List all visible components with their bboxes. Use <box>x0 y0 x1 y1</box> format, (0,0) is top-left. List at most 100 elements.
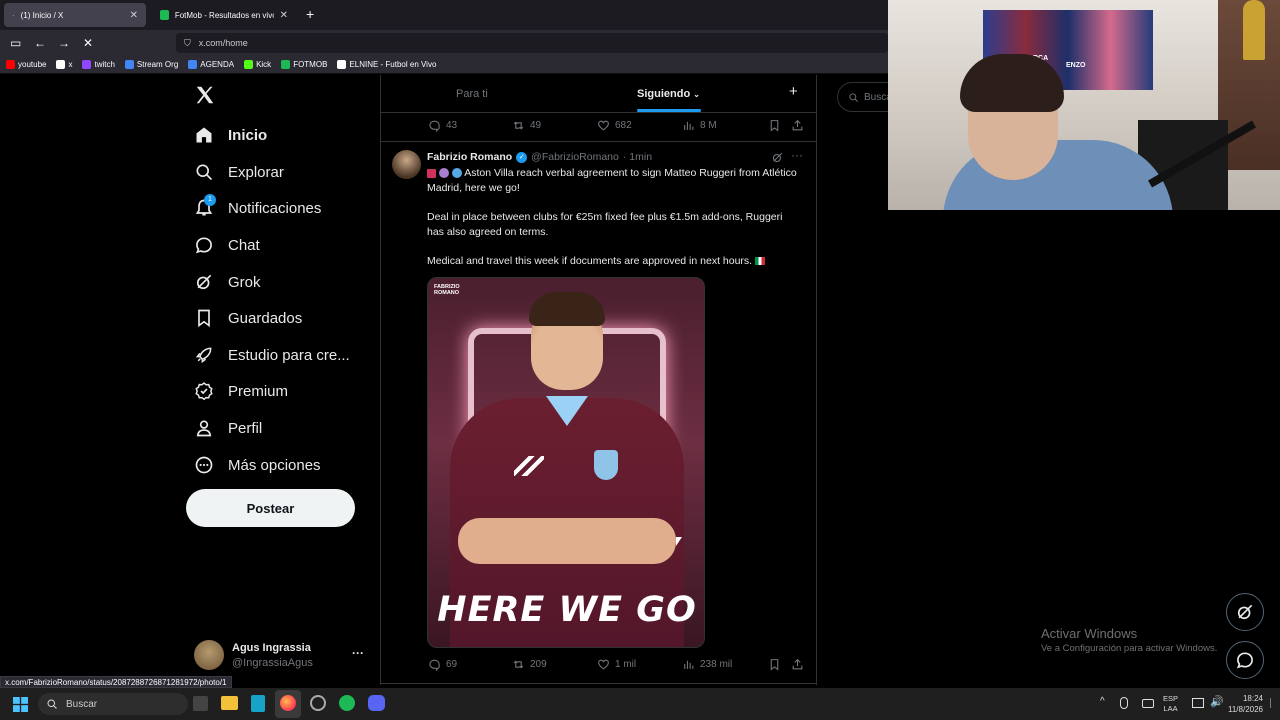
tweet-more-icon[interactable]: ··· <box>791 148 803 162</box>
close-tab-icon[interactable]: ✕ <box>280 10 288 21</box>
sidebar-item-perfil[interactable]: Perfil <box>194 418 262 438</box>
sidebar-item-label: Más opciones <box>228 456 321 474</box>
chat-floating-button[interactable] <box>1226 641 1264 679</box>
taskbar: Buscar ^ ESP LAA 🔊 18:24 11/8/2026 <box>0 688 1280 720</box>
bookmark-youtube[interactable]: youtube <box>6 60 46 69</box>
notepad-icon[interactable] <box>251 695 265 712</box>
task-view-icon[interactable] <box>193 696 208 711</box>
bookmark-label: youtube <box>18 60 47 69</box>
bookmark-label: twitch <box>94 60 115 69</box>
tweet-author-name[interactable]: Fabrizio Romano <box>427 151 512 163</box>
bookmark-label: ELNINE - Futbol en Vivo <box>349 60 437 69</box>
verified-badge-icon: ✓ <box>516 151 528 163</box>
keyboard-icon[interactable] <box>1142 699 1154 708</box>
bookmark-twitch[interactable]: twitch <box>82 60 115 69</box>
microphone-icon[interactable] <box>1120 697 1128 709</box>
bookmark-fotmob[interactable]: FOTMOB <box>281 60 327 69</box>
share-icon[interactable] <box>791 658 804 671</box>
show-desktop-button[interactable] <box>1270 698 1276 708</box>
add-feed-button[interactable]: + <box>789 83 798 100</box>
repost-button[interactable]: 49 <box>512 119 541 132</box>
account-name: Agus Ingrassia <box>232 642 311 654</box>
grok-icon <box>196 274 212 290</box>
repost-icon <box>513 660 524 669</box>
sidebar-item-label: Notificaciones <box>228 199 322 217</box>
chevron-up-icon[interactable]: ^ <box>1100 696 1105 707</box>
bookmark-kick[interactable]: Kick <box>244 60 271 69</box>
keyboard-layout: LAA <box>1163 704 1178 713</box>
clock[interactable]: 18:24 11/8/2026 <box>1228 693 1263 715</box>
sidebar-item-guardados[interactable]: Guardados <box>194 308 302 328</box>
tab-siguiendo[interactable]: Siguiendo ⌄ <box>637 88 700 100</box>
x-logo-icon[interactable] <box>194 84 218 108</box>
tweet-text: Aston Villa reach verbal agreement to si… <box>427 166 802 269</box>
discord-icon[interactable] <box>368 695 385 711</box>
tweet-text-3: Medical and travel this week if document… <box>427 255 753 267</box>
repost-count: 209 <box>530 659 547 670</box>
sidebar-item-estudio[interactable]: Estudio para cre... <box>194 345 350 365</box>
tab-para-ti[interactable]: Para ti <box>456 88 488 100</box>
status-url: x.com/FabrizioRomano/status/208728872687… <box>0 676 232 688</box>
windows-start-icon[interactable] <box>13 697 28 712</box>
bookmark-x[interactable]: x <box>56 60 72 69</box>
sidebar-toggle-icon[interactable]: ▭ <box>10 36 21 50</box>
close-tab-icon[interactable]: ✕ <box>130 10 138 21</box>
tweet-time[interactable]: · 1min <box>623 151 652 163</box>
post-button[interactable]: Postear <box>186 489 355 527</box>
grok-explain-icon[interactable] <box>771 151 784 164</box>
tab-fotmob[interactable]: FotMob - Resultados en vivo de ✕ <box>152 3 296 27</box>
bookmark-elnine[interactable]: ELNINE - Futbol en Vivo <box>337 60 436 69</box>
stop-button[interactable]: ✕ <box>83 36 93 50</box>
sidebar-item-label: Estudio para cre... <box>228 346 350 364</box>
account-switcher[interactable]: Agus Ingrassia @IngrassiaAgus ··· <box>194 640 374 672</box>
sidebar-item-grok[interactable]: Grok <box>194 272 261 292</box>
repost-icon <box>513 121 524 130</box>
tweet-avatar[interactable] <box>392 150 421 179</box>
bookmark-icon <box>198 309 210 328</box>
spotify-icon[interactable] <box>339 695 355 711</box>
volume-icon[interactable]: 🔊 <box>1210 695 1224 708</box>
reply-count: 69 <box>446 659 458 670</box>
bookmark-icon[interactable] <box>768 119 781 132</box>
tweet-image[interactable]: FABRIZIO ROMANO HERE WE GO <box>427 277 705 648</box>
views-button[interactable]: 8 M <box>682 119 717 132</box>
network-icon[interactable] <box>1192 698 1204 708</box>
repost-button[interactable]: 209 <box>512 658 547 671</box>
reply-button[interactable]: 69 <box>428 658 457 671</box>
mouse-cursor-icon <box>676 537 682 546</box>
bookmark-agenda[interactable]: AGENDA <box>188 60 234 69</box>
share-icon[interactable] <box>791 119 804 132</box>
sidebar-item-mas-opciones[interactable]: Más opciones <box>194 455 321 475</box>
tab-inicio-x[interactable]: · (1) Inicio / X ✕ <box>4 3 146 27</box>
new-tab-button[interactable]: + <box>306 6 314 22</box>
sidebar-item-chat[interactable]: Chat <box>194 235 260 255</box>
url-bar[interactable]: ⛉ x.com/home <box>176 33 888 53</box>
forward-button[interactable]: → <box>58 36 70 50</box>
sidebar-item-inicio[interactable]: Inicio <box>194 125 267 145</box>
browser-tab-bar: · (1) Inicio / X ✕ FotMob - Resultados e… <box>0 0 888 30</box>
sidebar-item-premium[interactable]: Premium <box>194 381 288 401</box>
like-button[interactable]: 1 mil <box>597 658 636 671</box>
sidebar-item-notificaciones[interactable]: 1 Notificaciones <box>194 194 322 218</box>
grok-floating-button[interactable] <box>1226 593 1264 631</box>
club-crest-icon <box>594 450 618 480</box>
language-indicator[interactable]: ESP LAA <box>1163 694 1178 714</box>
sidebar-item-explorar[interactable]: Explorar <box>194 162 284 182</box>
bookmark-icon[interactable] <box>768 658 781 671</box>
views-count: 8 M <box>700 120 717 131</box>
file-explorer-icon[interactable] <box>221 696 238 710</box>
back-button[interactable]: ← <box>34 36 46 50</box>
views-button[interactable]: 238 mil <box>682 658 732 671</box>
sidebar-item-label: Guardados <box>228 309 303 327</box>
firefox-icon[interactable] <box>280 695 296 711</box>
reply-button[interactable]: 43 <box>428 119 457 132</box>
search-icon <box>849 92 858 102</box>
adidas-logo-icon <box>514 456 544 476</box>
more-icon[interactable]: ··· <box>352 646 364 660</box>
like-button[interactable]: 682 <box>597 119 632 132</box>
tweet-author-handle[interactable]: @FabrizioRomano <box>531 151 619 163</box>
bookmark-stream-org[interactable]: Stream Org <box>124 60 178 69</box>
taskbar-search[interactable]: Buscar <box>38 693 188 715</box>
fotmob-icon <box>281 60 291 69</box>
obs-icon[interactable] <box>310 695 326 711</box>
